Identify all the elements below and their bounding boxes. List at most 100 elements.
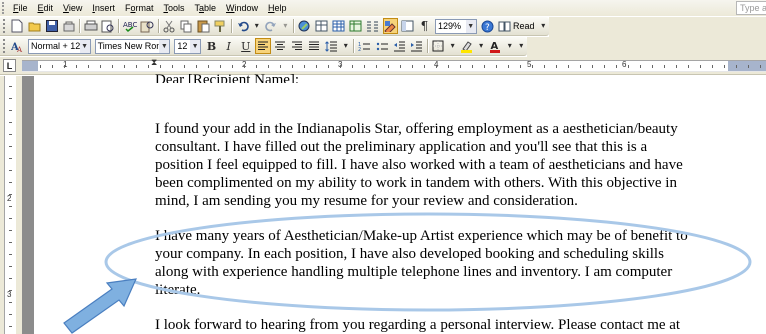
style-dropdown[interactable]: Normal + 12 pt ▼ xyxy=(28,38,91,54)
document-page[interactable]: Dear [Recipient Name]: I found your add … xyxy=(34,72,766,334)
toolbar-separator xyxy=(79,19,81,33)
styles-formatting-icon[interactable]: AA xyxy=(10,38,25,54)
chevron-down-icon[interactable]: ▼ xyxy=(465,19,476,33)
menu-tools[interactable]: Tools xyxy=(158,3,189,13)
undo-icon[interactable] xyxy=(235,18,250,34)
border-dropdown-icon[interactable]: ▾ xyxy=(448,38,457,54)
font-size-value: 12 xyxy=(177,40,188,51)
toolbar-empty-area xyxy=(549,17,766,37)
italic-button[interactable]: I xyxy=(221,38,236,54)
ruler-tick xyxy=(472,65,473,68)
vertical-ruler[interactable]: 2 3 xyxy=(4,76,16,334)
ruler-tick xyxy=(604,65,605,68)
toolbar-options-icon[interactable]: ▾ xyxy=(516,38,525,54)
ruler-tick xyxy=(316,65,317,68)
read-button[interactable]: Read xyxy=(513,21,535,31)
increase-indent-icon[interactable] xyxy=(409,38,424,54)
read-icon[interactable] xyxy=(497,18,512,34)
save-icon[interactable] xyxy=(44,18,59,34)
ruler-tick xyxy=(712,65,713,68)
ruler-tick xyxy=(700,65,701,68)
ruler-tick xyxy=(88,65,89,68)
insert-excel-icon[interactable] xyxy=(348,18,363,34)
zoom-dropdown[interactable]: 129% ▼ xyxy=(434,18,477,34)
line-spacing-icon[interactable] xyxy=(324,38,339,54)
menu-insert[interactable]: Insert xyxy=(87,3,120,13)
ruler-tick xyxy=(9,242,12,243)
ruler-tick xyxy=(640,65,641,68)
chevron-down-icon[interactable]: ▼ xyxy=(159,39,170,53)
bold-button[interactable]: B xyxy=(204,38,219,54)
menu-window[interactable]: Window xyxy=(221,3,263,13)
align-center-icon[interactable] xyxy=(273,38,288,54)
justify-icon[interactable] xyxy=(307,38,322,54)
font-dropdown[interactable]: Times New Roman ▼ xyxy=(94,38,171,54)
help-question-box[interactable]: Type a xyxy=(736,1,766,15)
line-spacing-dropdown-icon[interactable]: ▾ xyxy=(341,38,350,54)
menu-edit[interactable]: Edit xyxy=(33,3,59,13)
undo-dropdown-icon[interactable]: ▾ xyxy=(252,18,261,34)
drawing-icon[interactable] xyxy=(382,18,398,34)
new-document-icon[interactable] xyxy=(10,18,25,34)
ruler-tick xyxy=(736,65,737,68)
chevron-down-icon[interactable]: ▼ xyxy=(190,39,201,53)
toolbar-grip[interactable] xyxy=(3,39,7,53)
columns-icon[interactable] xyxy=(365,18,380,34)
research-icon[interactable] xyxy=(140,18,155,34)
align-left-icon[interactable] xyxy=(255,38,271,54)
vertical-ruler-number: 2 xyxy=(7,194,12,203)
menu-table[interactable]: Table xyxy=(189,3,221,13)
ruler-tick xyxy=(9,134,12,135)
font-color-icon[interactable]: A xyxy=(488,38,503,54)
print-preview-icon[interactable] xyxy=(100,18,115,34)
paste-icon[interactable] xyxy=(196,18,211,34)
format-painter-icon[interactable] xyxy=(213,18,228,34)
help-icon[interactable]: ? xyxy=(480,18,495,34)
outside-border-icon[interactable] xyxy=(431,38,446,54)
ruler-tick xyxy=(292,65,293,68)
tables-borders-icon[interactable] xyxy=(314,18,329,34)
align-right-icon[interactable] xyxy=(290,38,305,54)
menu-format[interactable]: Format xyxy=(120,3,159,13)
insert-hyperlink-icon[interactable] xyxy=(297,18,312,34)
indent-marker-icon[interactable]: ⧗ xyxy=(151,58,157,67)
ruler-tick xyxy=(652,65,653,68)
redo-icon[interactable] xyxy=(264,18,279,34)
highlight-icon[interactable] xyxy=(459,38,474,54)
ruler-tick xyxy=(9,110,12,111)
standard-toolbar: ABC ▾ ▾ ¶ 129% ▼ ? Read ▾ xyxy=(0,17,549,36)
permission-icon[interactable] xyxy=(61,18,76,34)
numbering-icon[interactable]: 12 xyxy=(357,38,372,54)
toolbar-options-icon[interactable]: ▾ xyxy=(538,18,547,34)
document-map-icon[interactable] xyxy=(400,18,415,34)
menu-file[interactable]: File xyxy=(8,3,33,13)
ruler-tick xyxy=(232,65,233,68)
redo-dropdown-icon[interactable]: ▾ xyxy=(281,18,290,34)
show-hide-icon[interactable]: ¶ xyxy=(417,18,432,34)
highlight-dropdown-icon[interactable]: ▾ xyxy=(476,38,485,54)
ruler-tick xyxy=(9,266,12,267)
bullets-icon[interactable] xyxy=(375,38,390,54)
font-size-dropdown[interactable]: 12 ▼ xyxy=(174,38,202,54)
horizontal-ruler[interactable]: ⧗ 1 2 3 4 5 6 xyxy=(22,58,766,72)
toolbar-grip[interactable] xyxy=(3,19,7,33)
ruler-tick xyxy=(508,65,509,68)
cut-icon[interactable] xyxy=(162,18,177,34)
ruler-tick xyxy=(280,65,281,68)
open-folder-icon[interactable] xyxy=(27,18,42,34)
chevron-down-icon[interactable]: ▼ xyxy=(79,39,90,53)
insert-table-icon[interactable] xyxy=(331,18,346,34)
tab-selector-button[interactable]: L xyxy=(3,59,16,72)
decrease-indent-icon[interactable] xyxy=(392,38,407,54)
underline-button[interactable]: U xyxy=(238,38,253,54)
ruler-tick xyxy=(244,65,245,68)
print-icon[interactable] xyxy=(83,18,98,34)
copy-icon[interactable] xyxy=(179,18,194,34)
ruler-tick xyxy=(676,65,677,68)
ruler-tick xyxy=(9,314,12,315)
spelling-icon[interactable]: ABC xyxy=(122,18,137,34)
menu-view[interactable]: View xyxy=(58,3,87,13)
ruler-tick xyxy=(436,65,437,68)
font-color-dropdown-icon[interactable]: ▾ xyxy=(505,38,514,54)
menu-help[interactable]: Help xyxy=(263,3,292,13)
